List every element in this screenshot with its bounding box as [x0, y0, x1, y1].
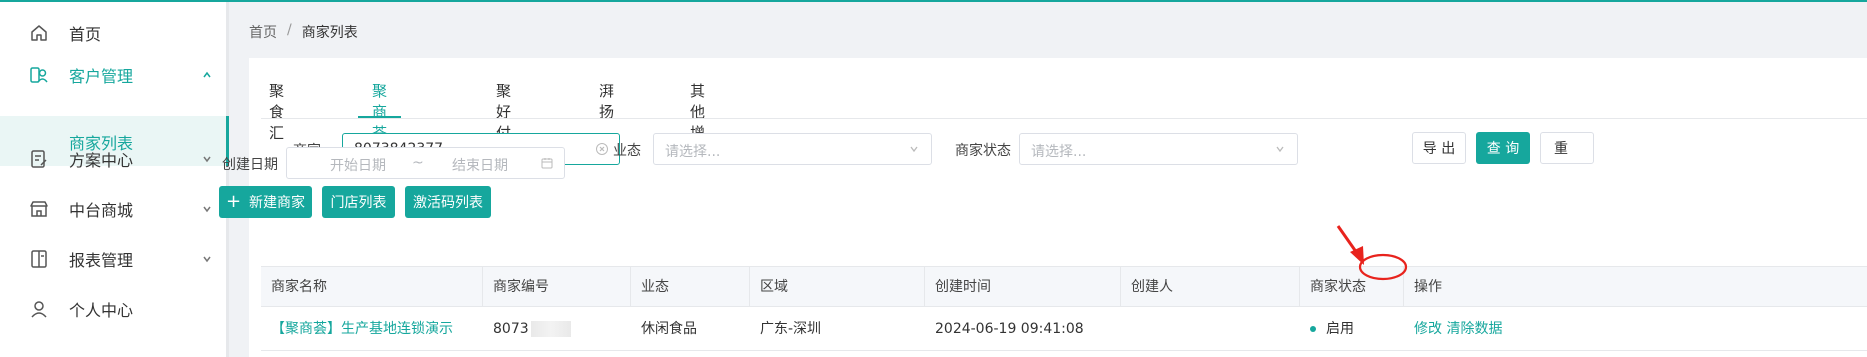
status-cell: 启用	[1300, 307, 1354, 351]
sidebar-item-label: 方案中心	[69, 151, 134, 170]
chevron-up-icon	[200, 68, 214, 82]
column-header: 操作	[1414, 279, 1442, 295]
tab-paiyang[interactable]: 湃扬	[599, 80, 614, 121]
merchant-number: 8073	[493, 321, 529, 337]
business-type-label: 业态	[613, 143, 641, 159]
home-icon	[28, 22, 50, 44]
user-icon	[28, 298, 50, 320]
sidebar-item-label: 客户管理	[69, 67, 134, 86]
creator-cell	[1121, 307, 1131, 351]
edit-button[interactable]: 修改	[1414, 321, 1442, 337]
clear-icon[interactable]	[595, 142, 609, 156]
clear-data-button[interactable]: 清除数据	[1446, 321, 1502, 337]
tab-jushihui[interactable]: 聚食汇	[269, 80, 284, 142]
breadcrumb-separator: /	[287, 22, 292, 38]
status-label: 启用	[1326, 321, 1354, 337]
merchant-name-link[interactable]: 【聚商荟】生产基地连锁演示	[261, 307, 453, 351]
date-range-separator: ~	[412, 155, 424, 171]
create-date-label: 创建日期	[222, 157, 278, 173]
actions-cell: 修改 清除数据	[1404, 307, 1502, 351]
sidebar-item-label: 中台商城	[69, 201, 134, 220]
create-date-range-picker[interactable]: 开始日期 ~ 结束日期	[286, 147, 565, 179]
activation-code-list-button[interactable]: 激活码列表	[405, 186, 491, 218]
merchant-number-cell: 8073	[483, 307, 571, 351]
redacted-text	[530, 321, 571, 337]
new-merchant-button[interactable]: + 新建商家	[219, 186, 312, 218]
start-date-placeholder: 开始日期	[330, 158, 386, 174]
chevron-down-icon	[200, 252, 214, 266]
region-cell: 广东-深圳	[760, 321, 822, 337]
sidebar-item-customers[interactable]: 客户管理	[0, 50, 229, 100]
customers-icon	[28, 64, 50, 86]
store-icon	[28, 198, 50, 220]
sidebar-item-label: 个人中心	[69, 301, 134, 320]
breadcrumb-current: 商家列表	[301, 25, 358, 41]
end-date-placeholder: 结束日期	[452, 158, 508, 174]
store-list-button[interactable]: 门店列表	[322, 186, 395, 218]
breadcrumb-home[interactable]: 首页	[249, 22, 277, 42]
chevron-down-icon	[907, 142, 921, 156]
table-row: 【聚商荟】生产基地连锁演示 8073 休闲食品 广东-深圳 2024-06-19…	[261, 307, 1867, 351]
query-button[interactable]: 查 询	[1476, 132, 1530, 164]
column-header: 业态	[631, 267, 750, 307]
merchant-status-select[interactable]: 请选择...	[1019, 133, 1298, 165]
calendar-icon	[540, 156, 554, 170]
tab-juhaofu[interactable]: 聚好付	[496, 80, 511, 142]
annotation-overlay	[1336, 225, 1408, 281]
created-at-cell: 2024-06-19 09:41:08	[935, 321, 1084, 337]
business-type-cell: 休闲食品	[641, 321, 697, 337]
top-accent-line	[0, 0, 1867, 2]
sidebar-item-label: 首页	[69, 25, 102, 44]
column-header: 区域	[750, 267, 925, 307]
sidebar-item-profile[interactable]: 个人中心	[0, 284, 229, 334]
sidebar-item-mall[interactable]: 中台商城	[0, 184, 229, 234]
chevron-down-icon	[200, 202, 214, 216]
business-type-placeholder: 请选择...	[665, 144, 721, 160]
column-header: 商家名称	[261, 267, 483, 307]
document-edit-icon	[28, 148, 50, 170]
plus-icon: +	[225, 191, 242, 212]
reset-button[interactable]: 重	[1540, 132, 1594, 164]
main-panel: 聚食汇 聚商荟 聚好付 湃扬 其他增值 商家 8073842377 业态 请选择…	[249, 58, 1867, 357]
column-header: 商家编号	[483, 267, 631, 307]
sidebar-item-solutions[interactable]: 方案中心	[0, 134, 229, 184]
report-icon	[28, 248, 50, 270]
tab-jushanghui[interactable]: 聚商荟	[357, 80, 402, 142]
table-header: 商家名称 商家编号 业态 区域 创建时间 创建人 商家状态 操作	[261, 267, 1867, 307]
column-header: 创建人	[1121, 267, 1300, 307]
sidebar-item-label: 报表管理	[69, 251, 134, 270]
status-dot	[1310, 326, 1316, 332]
sidebar: 首页 客户管理 商家列表 方案中心 中台商城 报表管理 个人中心	[0, 2, 229, 357]
tab-other-value-added[interactable]: 其他增值	[690, 80, 705, 163]
column-header: 创建时间	[925, 267, 1121, 307]
new-merchant-label: 新建商家	[249, 195, 306, 211]
breadcrumb: 首页 / 商家列表	[249, 22, 358, 42]
merchant-status-placeholder: 请选择...	[1031, 144, 1087, 160]
chevron-down-icon	[200, 152, 214, 166]
merchant-status-label: 商家状态	[955, 143, 1011, 159]
tabs-divider	[261, 118, 1867, 119]
chevron-down-icon	[1273, 142, 1287, 156]
merchant-table: 商家名称 商家编号 业态 区域 创建时间 创建人 商家状态 操作 【聚商荟】生产…	[261, 266, 1867, 357]
business-type-select[interactable]: 请选择...	[653, 133, 932, 165]
export-button[interactable]: 导 出	[1412, 132, 1466, 164]
annotation-circle	[1358, 253, 1408, 281]
sidebar-item-reports[interactable]: 报表管理	[0, 234, 229, 284]
